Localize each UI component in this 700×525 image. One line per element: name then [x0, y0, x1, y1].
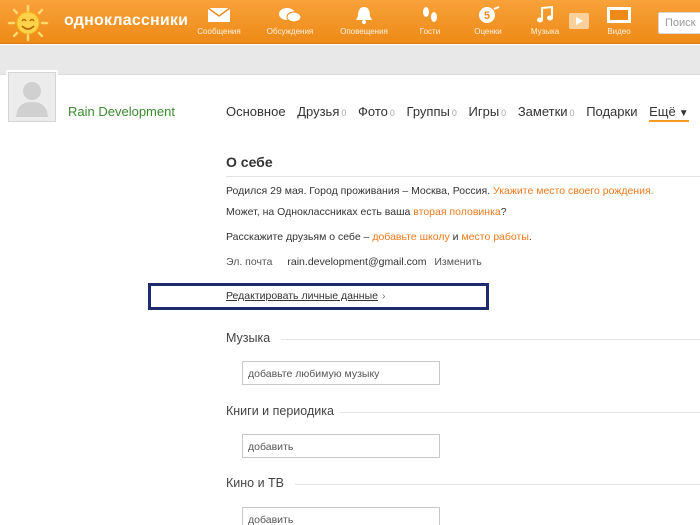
footprints-icon [423, 7, 437, 22]
nav-discussions[interactable]: Обсуждения [260, 6, 320, 36]
divider [226, 176, 700, 177]
tab-label: Друзья [297, 104, 340, 119]
add-school-link[interactable]: добавьте школу [372, 231, 449, 243]
envelope-icon [207, 7, 231, 22]
tab-label: Группы [406, 104, 450, 119]
tab-count: 0 [341, 108, 347, 118]
tab-friends[interactable]: Друзья 0 [297, 104, 346, 119]
email-line: Эл. почта rain.development@gmail.com Изм… [226, 256, 482, 268]
books-input[interactable]: добавить [242, 434, 440, 458]
tab-count: 0 [451, 108, 457, 118]
tab-notes[interactable]: Заметки 0 [518, 104, 575, 119]
divider [295, 484, 700, 485]
tell-text: Расскажите друзьям о себе – [226, 231, 370, 243]
soulmate-link[interactable]: вторая половинка [413, 206, 500, 218]
nav-discussions-label: Обсуждения [266, 27, 314, 36]
nav-music-label: Музыка [530, 27, 560, 36]
books-section-title: Книги и периодика [226, 404, 334, 418]
caret-down-icon: ▼ [678, 108, 689, 119]
tab-count: 0 [501, 108, 507, 118]
sun-logo-icon[interactable] [6, 4, 50, 42]
tab-count: 0 [569, 108, 575, 118]
soulmate-text: Может, на Одноклассниках есть ваша [226, 206, 411, 218]
avatar[interactable] [8, 72, 56, 122]
play-icon[interactable] [568, 12, 590, 35]
video-icon [607, 7, 631, 23]
tab-more[interactable]: Ещё ▼ [649, 104, 689, 122]
header-strip [0, 45, 700, 75]
tab-count: 0 [389, 108, 395, 118]
tab-groups[interactable]: Группы 0 [407, 104, 457, 119]
soulmate-line: Может, на Одноклассниках есть ваша втора… [226, 206, 507, 218]
birthplace-link[interactable]: Укажите место своего рождения. [493, 185, 654, 197]
nav-ratings[interactable]: 5 Оценки [458, 6, 518, 36]
top-bar: одноклассники Сообщения Обсуждения Опове… [0, 0, 700, 44]
bell-icon [356, 7, 372, 24]
tab-label: Подарки [586, 104, 638, 119]
birth-text: Родился 29 мая. Город проживания – Москв… [226, 185, 491, 197]
nav-notifications[interactable]: Оповещения [334, 6, 394, 36]
nav-video-label: Видео [607, 27, 631, 36]
profile-tabs: Основное Друзья 0 Фото 0 Группы 0 Игры 0 Зам… [226, 104, 697, 122]
tab-games[interactable]: Игры 0 [469, 104, 507, 119]
nav-guests-label: Гости [419, 27, 441, 36]
tab-gifts[interactable]: Подарки [586, 104, 637, 119]
email-label: Эл. почта [226, 256, 273, 268]
user-silhouette-icon [16, 82, 48, 117]
music-section-title: Музыка [226, 331, 271, 345]
about-title: О себе [226, 154, 273, 170]
change-email-link[interactable]: Изменить [434, 256, 481, 268]
period-text: . [528, 231, 532, 243]
profile-name[interactable]: Rain Development [68, 104, 175, 119]
chevron-right-icon: › [381, 290, 386, 302]
tab-label: Заметки [517, 104, 568, 119]
tab-label: Фото [358, 104, 388, 119]
music-input[interactable]: добавьте любимую музыку [242, 361, 440, 385]
nav-messages[interactable]: Сообщения [189, 6, 249, 36]
workplace-link[interactable]: место работы [461, 231, 528, 243]
divider [340, 412, 700, 413]
svg-text:5: 5 [484, 10, 490, 22]
nav-notifications-label: Оповещения [340, 27, 388, 36]
nav-messages-label: Сообщения [197, 27, 241, 36]
chat-bubbles-icon [279, 8, 302, 23]
edit-personal-label: Редактировать личные данные [226, 290, 378, 302]
movies-input[interactable]: добавить [242, 507, 440, 525]
music-note-icon [537, 6, 553, 23]
nav-video[interactable]: Видео [589, 6, 649, 36]
tab-label: Основное [226, 104, 286, 119]
tab-label: Ещё [649, 104, 676, 119]
tab-label: Игры [468, 104, 500, 119]
nav-guests[interactable]: Гости [400, 6, 460, 36]
nav-ratings-label: Оценки [474, 27, 502, 36]
and-text: и [452, 231, 459, 243]
brand-name[interactable]: одноклассники [64, 12, 188, 30]
divider [281, 339, 700, 340]
movies-section-title: Кино и ТВ [226, 476, 285, 490]
tell-friends-line: Расскажите друзьям о себе – добавьте шко… [226, 231, 532, 243]
soulmate-question: ? [500, 206, 507, 218]
birth-line: Родился 29 мая. Город проживания – Москв… [226, 185, 654, 197]
rating-five-icon: 5 [479, 6, 500, 23]
email-value: rain.development@gmail.com [287, 256, 427, 268]
edit-personal-data-link[interactable]: Редактировать личные данные › [226, 290, 385, 302]
nav-music[interactable]: Музыка [515, 6, 575, 36]
tab-main[interactable]: Основное [226, 104, 286, 119]
search-input[interactable]: Поиск [658, 12, 700, 34]
tab-photos[interactable]: Фото 0 [358, 104, 395, 119]
